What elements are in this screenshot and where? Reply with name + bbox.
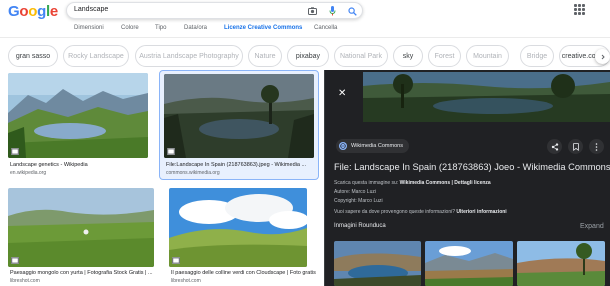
more-options-icon[interactable] (589, 139, 604, 154)
result-thumbnail[interactable] (169, 188, 307, 267)
panel-divider (324, 70, 325, 286)
result-source: libreshot.com (10, 278, 40, 284)
source-name: Wikimedia Commons (351, 143, 403, 149)
tools-bar: Dimensioni Colore Tipo Data/ora Licenze … (0, 22, 610, 38)
result-source: en.wikipedia.org (10, 170, 47, 176)
search-query[interactable]: Landscape (74, 6, 108, 13)
wikimedia-logo-icon (339, 142, 347, 150)
logo-letter: G (8, 3, 20, 20)
tool-dimensioni[interactable]: Dimensioni (74, 25, 104, 31)
preview-image[interactable] (363, 72, 610, 122)
expand-button[interactable]: Expand (580, 223, 604, 230)
bookmark-icon[interactable] (568, 139, 583, 154)
result-thumbnail[interactable] (8, 188, 154, 267)
result-title[interactable]: Paesaggio mongolo con yurta | Fotografia… (10, 270, 160, 276)
related-thumbnail[interactable] (425, 241, 513, 286)
search-icon[interactable] (346, 5, 358, 17)
related-thumbnail[interactable] (334, 241, 421, 286)
tool-colore[interactable]: Colore (121, 25, 139, 31)
chip[interactable]: sky (393, 45, 423, 67)
tool-cancella[interactable]: Cancella (314, 25, 337, 31)
tool-tipo[interactable]: Tipo (155, 25, 166, 31)
logo-letter: o (28, 3, 38, 20)
share-icon[interactable] (547, 139, 562, 154)
license-badge-icon (167, 148, 175, 155)
camera-icon[interactable] (306, 5, 318, 17)
chevron-right-icon[interactable] (595, 49, 610, 64)
related-thumbnail[interactable] (517, 241, 605, 286)
copyright-line: Copyright: Marco Luzi (334, 198, 383, 204)
info-origin-line: Vuoi sapere da dove provengono queste in… (334, 209, 507, 215)
result-source: libreshot.com (171, 278, 201, 284)
result-title[interactable]: Il paesaggio delle colline verdi con Clo… (171, 270, 321, 276)
download-label: Scarica questa immagine su: (334, 180, 399, 186)
license-badge-icon (172, 257, 180, 264)
chip[interactable]: Rocky Landscape (63, 45, 129, 67)
author-line: Autore: Marco Luzi (334, 189, 376, 195)
viewer-actions (547, 139, 604, 154)
chip[interactable]: gran sasso (8, 45, 58, 67)
related-chips: gran sasso Rocky Landscape Austria Lands… (0, 43, 610, 69)
license-badge-icon (11, 148, 19, 155)
tool-data-ora[interactable]: Data/ora (184, 25, 207, 31)
chip[interactable]: National Park (334, 45, 388, 67)
chip[interactable]: pixabay (287, 45, 329, 67)
chip[interactable]: Forest (428, 45, 461, 67)
result-thumbnail[interactable] (8, 73, 148, 158)
logo-letter: e (49, 3, 58, 20)
mic-icon[interactable] (326, 5, 338, 17)
logo-letter: g (37, 3, 46, 20)
tool-licenze[interactable]: Licenze Creative Commons (224, 25, 302, 31)
license-badge-icon (11, 257, 19, 264)
viewer-title[interactable]: File: Landscape In Spain (218763863) Joe… (334, 162, 610, 172)
info-origin-question: Vuoi sapere da dove provengono queste in… (334, 209, 456, 215)
apps-icon[interactable] (574, 4, 585, 15)
result-title[interactable]: File:Landscape In Spain (218763863).jpeg… (166, 162, 316, 168)
google-logo[interactable]: Google (8, 3, 58, 20)
chip[interactable]: Bridge (520, 45, 554, 67)
download-source-link[interactable]: Wikimedia Commons (400, 180, 451, 186)
more-info-link[interactable]: Ulteriori informazioni (456, 209, 506, 215)
related-images-heading: Inmagini Rounduca (334, 223, 386, 229)
chip[interactable]: Mountain (466, 45, 509, 67)
license-details-link[interactable]: | Dettagli licenza (452, 180, 491, 186)
logo-letter: o (19, 3, 29, 20)
result-source: commons.wikimedia.org (166, 170, 220, 176)
chip[interactable]: Austria Landscape Photography (135, 45, 243, 67)
chip[interactable]: Nature (248, 45, 282, 67)
result-thumbnail[interactable] (164, 74, 314, 158)
close-icon[interactable]: ✕ (338, 89, 346, 99)
image-viewer-panel: ✕ Wikimedia Commons File: Landscape In S… (324, 70, 610, 286)
source-pill[interactable]: Wikimedia Commons (336, 139, 409, 153)
download-info: Scarica questa immagine su: Wikimedia Co… (334, 180, 491, 186)
search-input[interactable]: Landscape (66, 2, 363, 19)
result-title[interactable]: Landscape genetics - Wikipedia (10, 162, 150, 168)
